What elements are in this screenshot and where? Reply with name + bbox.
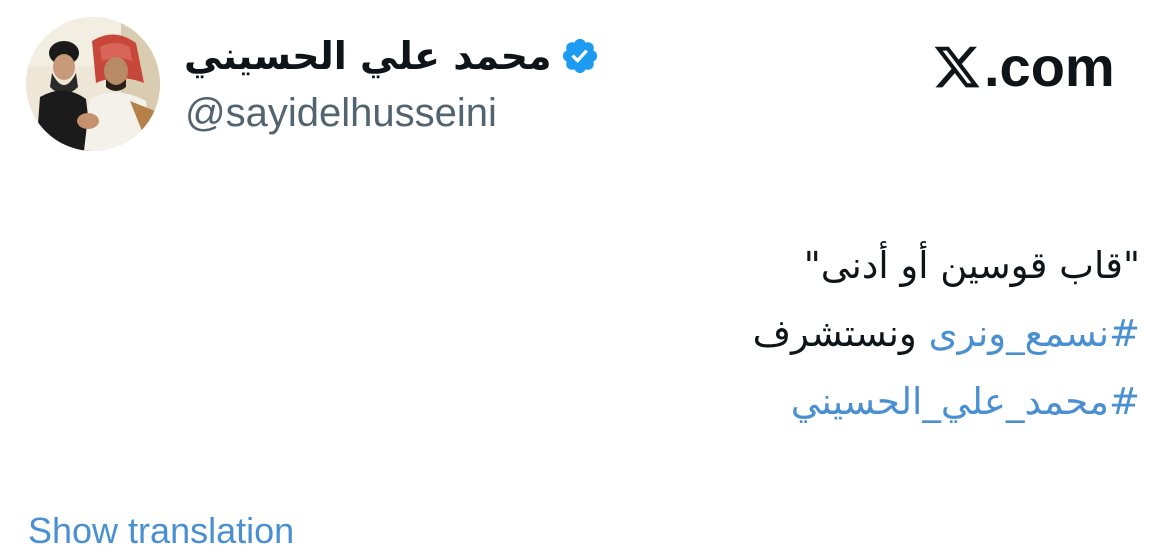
user-handle[interactable]: @sayidelhusseini <box>185 90 497 136</box>
tweet-line-1: "قاب قوسين أو أدنى" <box>803 244 1140 287</box>
tweet-line-2: #نسمع_ونرى ونستشرف <box>440 300 1140 368</box>
hashtag-link[interactable]: #محمد_علي_الحسيني <box>791 380 1140 423</box>
brand-logo[interactable]: .com <box>932 36 1115 98</box>
display-name[interactable]: محمد علي الحسيني <box>184 30 552 82</box>
profile-photo <box>26 17 160 151</box>
avatar[interactable] <box>26 17 160 151</box>
tweet-line-2-text: ونستشرف <box>752 312 929 355</box>
tweet-line-3: #محمد_علي_الحسيني <box>440 368 1140 436</box>
show-translation-link[interactable]: Show translation <box>28 510 294 552</box>
verified-badge-icon <box>562 38 598 74</box>
hashtag-link[interactable]: #نسمع_ونرى <box>929 312 1140 355</box>
x-logo-icon <box>934 46 980 88</box>
tweet-text: "قاب قوسين أو أدنى" #نسمع_ونرى ونستشرف #… <box>440 232 1140 436</box>
brand-suffix: .com <box>984 35 1115 98</box>
